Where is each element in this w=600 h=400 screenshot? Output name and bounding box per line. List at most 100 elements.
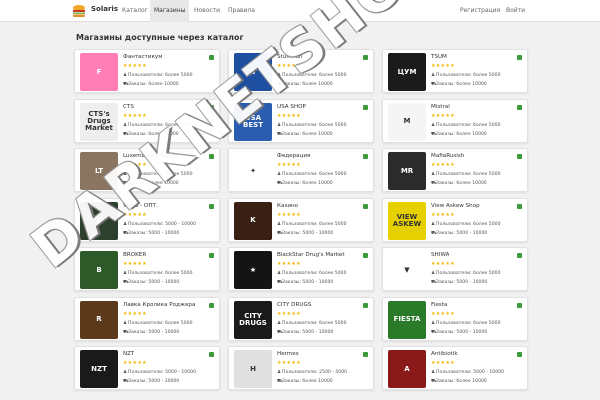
online-indicator: [517, 253, 522, 258]
shop-thumbnail[interactable]: R: [80, 300, 118, 339]
shop-name[interactable]: Luxembourg Team: [123, 153, 174, 159]
orders-count: Заказы: 5000 - 10000: [282, 230, 334, 236]
shop-card[interactable]: FIESTA Fiesta ★★★★★ ♟Пользователи: более 50…: [382, 296, 528, 341]
shop-thumbnail[interactable]: FIESTA: [388, 300, 426, 339]
shop-name[interactable]: Фантастикум: [123, 54, 162, 60]
shop-card[interactable]: ★ BlackStar Drug's Market ★★★★★ ♟Пользовате…: [228, 247, 374, 291]
shop-card[interactable]: M Mistral ★★★★★ ♟Пользователи: более 5000 ⛟З…: [382, 98, 528, 143]
shop-thumbnail[interactable]: CITY DRUGS: [234, 300, 272, 339]
users-count: Пользователи: 2500 - 5000: [282, 370, 348, 375]
shop-name[interactable]: TSUM: [431, 54, 447, 60]
online-indicator: [363, 203, 368, 209]
online-indicator: [209, 154, 214, 159]
shop-name[interactable]: Hermes: [277, 351, 299, 357]
nav-rules[interactable]: Правила: [224, 0, 259, 22]
shop-name[interactable]: BlackStar Drug's Market: [277, 252, 345, 258]
shop-thumbnail[interactable]: ✦: [234, 152, 272, 190]
nav-shops[interactable]: Магазины: [150, 0, 190, 22]
shop-thumbnail[interactable]: MR: [388, 152, 426, 190]
shop-name[interactable]: Лавка Кролика Роджера: [123, 302, 195, 308]
users-count: Пользователи: более 5000: [436, 172, 501, 177]
brand-name[interactable]: Solaris: [91, 5, 118, 13]
orders-count: Заказы: более 10000: [282, 379, 333, 384]
shop-thumbnail[interactable]: ★: [234, 251, 272, 289]
users-count: Пользователи: 5000 - 10000: [128, 370, 196, 375]
orders-count: Заказы: более 10000: [282, 131, 333, 137]
shop-card[interactable]: USA BEST USA SHOP ★★★★★ ♟Пользователи: боле…: [228, 98, 374, 143]
shop-thumbnail[interactable]: CTS's Drugs Market: [80, 102, 118, 141]
shop-name[interactable]: Fiesta: [431, 302, 447, 308]
shop-thumbnail[interactable]: H: [234, 350, 272, 388]
shop-name[interactable]: MafiaRusish: [431, 153, 464, 159]
shop-card[interactable]: ▼ SHIWA ★★★★★ ♟Пользователи: более 5000 ⛟Зак…: [382, 247, 528, 291]
orders-count: Заказы: 5000 - 10000: [282, 280, 334, 285]
shop-thumbnail[interactable]: ▼: [388, 251, 426, 289]
nav-register[interactable]: Регистрация: [456, 0, 504, 22]
shop-card[interactable]: F Фантастикум ★★★★★ ♟Пользователи: более 50…: [74, 49, 220, 93]
rating-stars: ★★★★★: [123, 63, 147, 69]
shop-thumbnail[interactable]: A: [388, 350, 426, 388]
online-indicator: [209, 104, 214, 110]
shop-card[interactable]: H Hermes ★★★★★ ♟Пользователи: 2500 - 5000 ⛟З…: [228, 346, 374, 390]
shop-card[interactable]: CITY DRUGS CITY DRUGS ★★★★★ ♟Пользователи: …: [228, 296, 374, 341]
rating-stars: ★★★★★: [277, 261, 301, 267]
online-indicator: [363, 154, 368, 159]
orders-count: Заказы: более 10000: [436, 181, 487, 186]
shop-name[interactable]: SHIWA: [431, 252, 449, 258]
shop-thumbnail[interactable]: V: [80, 201, 118, 240]
rating-stars: ★★★★★: [123, 360, 147, 366]
shop-card[interactable]: NZT NZT ★★★★★ ♟Пользователи: 5000 - 10000 ⛟З…: [74, 346, 220, 390]
logo-icon[interactable]: [72, 4, 86, 18]
shop-name[interactable]: Antibiotik: [431, 351, 458, 357]
online-indicator: [517, 55, 522, 60]
shop-card[interactable]: MR MafiaRusish ★★★★★ ♟Пользователи: более 5…: [382, 148, 528, 192]
shop-thumbnail[interactable]: M: [388, 102, 426, 141]
shop-name[interactable]: CITY DRUGS: [277, 302, 311, 308]
online-indicator: [517, 104, 522, 110]
shop-thumbnail[interactable]: NZT: [80, 350, 118, 388]
shop-card[interactable]: CTS's Drugs Market CTS ★★★★★ ♟Пользователи:…: [74, 98, 220, 143]
shop-card[interactable]: A Antibiotik ★★★★★ ♟Пользователи: 5000 - 10…: [382, 346, 528, 390]
shop-card[interactable]: ЦУМ TSUM ★★★★★ ♟Пользователи: более 5000 ⛟За…: [382, 49, 528, 93]
shop-card[interactable]: K Казино ★★★★★ ♟Пользователи: более 5000 ⛟За…: [228, 197, 374, 242]
shop-thumbnail[interactable]: K: [234, 201, 272, 240]
shop-thumbnail[interactable]: USA BEST: [234, 102, 272, 141]
nav-catalog[interactable]: Каталог: [118, 0, 152, 22]
orders-count: Заказы: 5000 - 10000: [282, 329, 334, 335]
shop-card[interactable]: S Stuffman ★★★★★ ♟Пользователи: более 5000 ⛟…: [228, 49, 374, 93]
shop-thumbnail[interactable]: S: [234, 53, 272, 91]
shop-name[interactable]: Казино: [277, 203, 298, 209]
online-indicator: [209, 55, 214, 60]
users-count: Пользователи: более 5000: [282, 172, 347, 177]
shop-thumbnail[interactable]: VIEW ASKEW: [388, 201, 426, 240]
shop-card[interactable]: V Volga - ОПТ. ★★★★★ ♟Пользователи: 5000 - …: [74, 197, 220, 242]
orders-count: Заказы: 5000 - 10000: [436, 230, 488, 236]
shop-name[interactable]: CTS: [123, 104, 134, 110]
shop-card[interactable]: R Лавка Кролика Роджера ★★★★★ ♟Пользователи…: [74, 296, 220, 341]
rating-stars: ★★★★★: [431, 211, 455, 218]
shop-name[interactable]: View Askew Shop: [431, 203, 480, 209]
shop-name[interactable]: Mistral: [431, 104, 450, 110]
rating-stars: ★★★★★: [277, 162, 301, 168]
shop-card[interactable]: LT Luxembourg Team ★★★★★ ♟Пользователи: бол…: [74, 148, 220, 192]
nav-login[interactable]: Войти: [502, 0, 529, 22]
shop-thumbnail[interactable]: B: [80, 251, 118, 289]
shop-card[interactable]: B BROKER ★★★★★ ♟Пользователи: более 5000 ⛟За…: [74, 247, 220, 291]
shop-name[interactable]: BROKER: [123, 252, 146, 258]
shop-thumbnail[interactable]: ЦУМ: [388, 53, 426, 91]
shop-name[interactable]: USA SHOP: [277, 104, 306, 110]
shop-thumbnail[interactable]: F: [80, 53, 118, 91]
shop-card[interactable]: VIEW ASKEW View Askew Shop ★★★★★ ♟Пользоват…: [382, 197, 528, 242]
orders-count: Заказы: 5000 - 10000: [128, 379, 180, 384]
users-count: Пользователи: более 5000: [128, 122, 193, 128]
users-count: Пользователи: более 5000: [128, 271, 193, 276]
shop-name[interactable]: Stuffman: [277, 54, 303, 60]
shop-thumbnail[interactable]: LT: [80, 152, 118, 190]
shop-name[interactable]: NZT: [123, 351, 134, 357]
shop-name[interactable]: Федерация: [277, 153, 310, 159]
shop-card[interactable]: ✦ Федерация ★★★★★ ♟Пользователи: более 5000…: [228, 148, 374, 192]
shop-name[interactable]: Volga - ОПТ.: [123, 203, 158, 209]
online-indicator: [363, 302, 368, 308]
nav-news[interactable]: Новости: [190, 0, 224, 22]
users-count: Пользователи: более 5000: [436, 320, 501, 326]
